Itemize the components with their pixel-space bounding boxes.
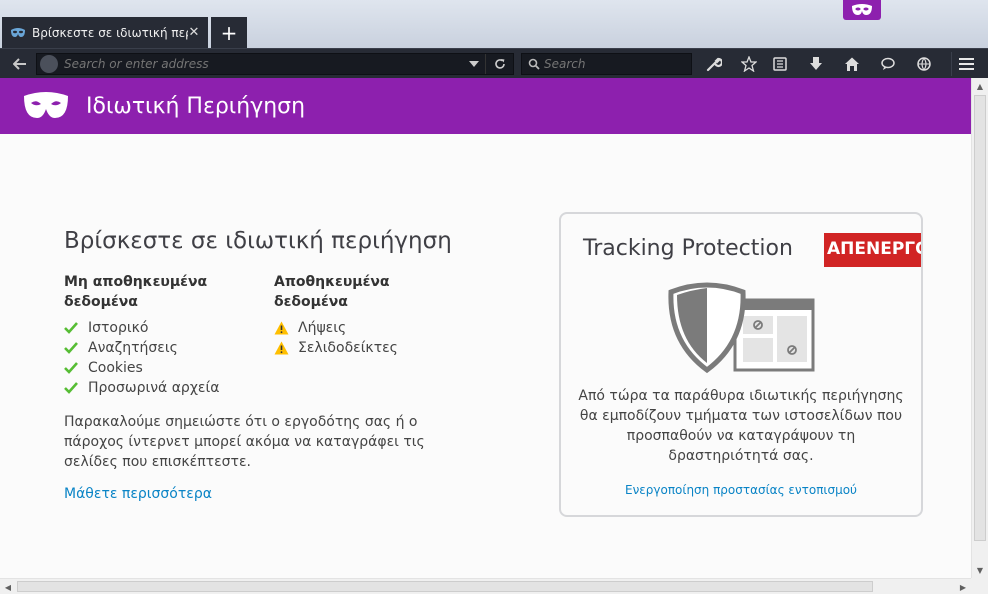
search-icon xyxy=(528,58,540,70)
scroll-right-icon[interactable]: ▶ xyxy=(955,579,971,594)
enable-tracking-protection-link[interactable]: Ενεργοποίηση προστασίας εντοπισμού xyxy=(561,483,921,497)
list-item: Cookies xyxy=(64,358,274,378)
saved-heading: Αποθηκευμένα δεδομένα xyxy=(274,274,390,310)
warning-icon xyxy=(274,341,298,355)
scroll-down-icon[interactable]: ▼ xyxy=(972,562,988,578)
private-mask-icon xyxy=(843,0,881,20)
not-saved-column: Μη αποθηκευμένα δεδομένα Ιστορικό Αναζητ… xyxy=(64,272,274,398)
download-icon[interactable] xyxy=(805,54,827,74)
page-viewport: Ιδιωτική Περιήγηση Βρίσκεστε σε ιδιωτική… xyxy=(0,78,971,578)
scrollbar-corner xyxy=(971,578,988,594)
check-icon xyxy=(64,342,88,354)
tracking-protection-title: Tracking Protection xyxy=(583,236,793,261)
horizontal-scroll-thumb[interactable] xyxy=(17,581,873,592)
navigation-toolbar xyxy=(0,48,988,78)
learn-more-link[interactable]: Μάθετε περισσότερα xyxy=(64,486,484,502)
url-bar[interactable] xyxy=(36,53,514,75)
tracking-protection-panel: Tracking Protection ΑΠΕΝΕΡΓΟΠΟΙ Από τώρα… xyxy=(559,212,923,517)
wrench-icon[interactable] xyxy=(703,54,725,74)
scroll-up-icon[interactable]: ▲ xyxy=(972,78,988,94)
horizontal-scrollbar[interactable]: ◀ ▶ xyxy=(0,578,971,594)
list-item-label: Λήψεις xyxy=(298,320,347,336)
check-icon xyxy=(64,382,88,394)
star-icon[interactable] xyxy=(738,54,760,74)
list-item: Σελιδοδείκτες xyxy=(274,338,484,358)
privacy-notice: Παρακαλούμε σημειώστε ότι ο εργοδότης σα… xyxy=(64,414,425,470)
list-item: Αναζητήσεις xyxy=(64,338,274,358)
window-titlebar: Βρίσκεστε σε ιδιωτική περι... ✕ + xyxy=(0,0,988,48)
list-item: Προσωρινά αρχεία xyxy=(64,378,274,398)
close-tab-icon[interactable]: ✕ xyxy=(188,25,200,40)
url-input[interactable] xyxy=(58,57,463,71)
saved-column: Αποθηκευμένα δεδομένα Λήψεις Σελιδοδείκτ… xyxy=(274,272,484,398)
list-item: Λήψεις xyxy=(274,318,484,338)
tab-title: Βρίσκεστε σε ιδιωτική περι... xyxy=(32,25,188,40)
tab-private-browsing[interactable]: Βρίσκεστε σε ιδιωτική περι... ✕ xyxy=(2,17,208,48)
list-item-label: Σελιδοδείκτες xyxy=(298,340,398,356)
hamburger-menu-icon[interactable] xyxy=(951,52,981,76)
header-title: Ιδιωτική Περιήγηση xyxy=(86,93,306,119)
private-browsing-header: Ιδιωτική Περιήγηση xyxy=(0,78,971,134)
chat-icon[interactable] xyxy=(877,54,899,74)
globe-settings-icon[interactable] xyxy=(913,54,935,74)
private-tab-icon xyxy=(10,26,26,40)
vertical-scroll-thumb[interactable] xyxy=(974,95,986,541)
page-title: Βρίσκεστε σε ιδιωτική περιήγηση xyxy=(64,228,452,254)
list-item: Ιστορικό xyxy=(64,318,274,338)
check-icon xyxy=(64,322,88,334)
new-tab-button[interactable]: + xyxy=(211,17,247,48)
check-icon xyxy=(64,362,88,374)
list-item-label: Αναζητήσεις xyxy=(88,340,178,356)
globe-icon xyxy=(40,55,58,73)
reading-list-icon[interactable] xyxy=(769,54,791,74)
back-icon[interactable] xyxy=(8,53,32,75)
dropdown-icon[interactable] xyxy=(463,54,485,74)
list-item-label: Προσωρινά αρχεία xyxy=(88,380,220,396)
search-input[interactable] xyxy=(540,57,692,71)
shield-icon xyxy=(667,280,817,376)
warning-icon xyxy=(274,321,298,335)
private-info-section: Βρίσκεστε σε ιδιωτική περιήγηση Μη αποθη… xyxy=(64,228,484,502)
tracking-description: Από τώρα τα παράθυρα ιδιωτικής περιήγηση… xyxy=(578,388,904,464)
not-saved-heading: Μη αποθηκευμένα δεδομένα xyxy=(64,274,208,310)
list-item-label: Ιστορικό xyxy=(88,320,149,336)
home-icon[interactable] xyxy=(841,54,863,74)
list-item-label: Cookies xyxy=(88,360,143,376)
search-bar[interactable] xyxy=(521,53,692,75)
vertical-scrollbar[interactable]: ▲ ▼ xyxy=(971,78,988,578)
reload-icon[interactable] xyxy=(485,54,513,74)
mask-icon xyxy=(22,92,70,120)
scroll-left-icon[interactable]: ◀ xyxy=(0,579,16,594)
status-badge: ΑΠΕΝΕΡΓΟΠΟΙ xyxy=(824,233,921,267)
